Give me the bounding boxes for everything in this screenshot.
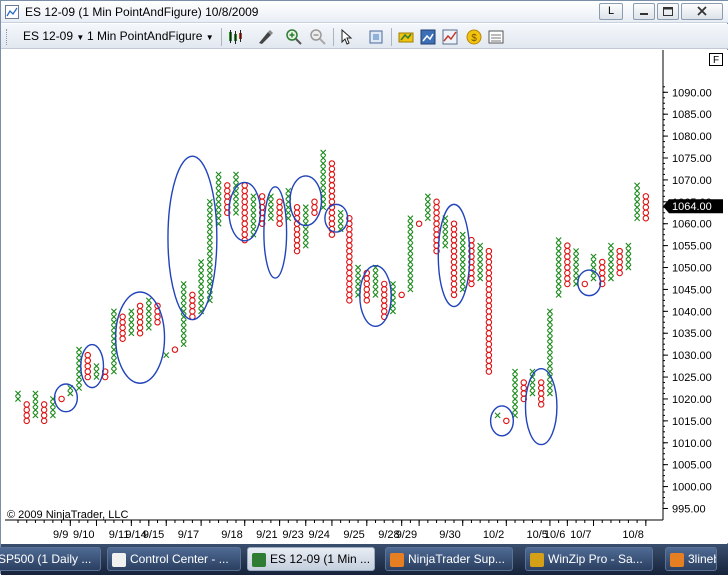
- taskbar-button[interactable]: Control Center - ...: [107, 547, 241, 571]
- taskbar-label: Control Center - ...: [130, 552, 229, 566]
- x-tick-label: 9/15: [143, 529, 164, 541]
- x-tick-label: 9/25: [343, 529, 364, 541]
- indicators-icon[interactable]: [441, 28, 459, 46]
- maximize-button[interactable]: [657, 3, 679, 20]
- app-icon: [112, 552, 126, 567]
- y-tick-label: 1055.00: [672, 241, 712, 253]
- instrument-selector[interactable]: ES 12-09 ▼: [23, 29, 84, 43]
- close-button[interactable]: [681, 3, 723, 20]
- instrument-label: ES 12-09: [23, 29, 74, 43]
- chart-style-icon[interactable]: [227, 28, 245, 46]
- y-tick-label: 1025.00: [672, 372, 712, 384]
- cursor-icon[interactable]: [339, 28, 357, 46]
- toolbar-separator: [391, 28, 392, 46]
- taskbar-button[interactable]: 3lineb: [665, 547, 717, 571]
- zoom-out-icon[interactable]: [309, 28, 327, 46]
- x-tick-label: 9/29: [396, 529, 417, 541]
- y-tick-label: 1040.00: [672, 306, 712, 318]
- zoom-in-icon[interactable]: [285, 28, 303, 46]
- y-tick-label: 1010.00: [672, 438, 712, 450]
- y-tick-label: 1020.00: [672, 394, 712, 406]
- taskbar-button[interactable]: SP500 (1 Daily ...: [0, 547, 101, 571]
- minimize-icon: [640, 13, 648, 15]
- y-tick-label: 1070.00: [672, 175, 712, 187]
- x-tick-label: 10/2: [483, 529, 504, 541]
- pnf-chart[interactable]: 1090.001085.001080.001075.001070.001065.…: [1, 50, 728, 543]
- taskbar: SP500 (1 Daily ... Control Center - ... ES…: [0, 544, 728, 575]
- taskbar-button[interactable]: NinjaTrader Sup...: [385, 547, 513, 571]
- chevron-down-icon: ▼: [205, 33, 214, 42]
- chart-app-icon: [5, 5, 19, 19]
- order-dollar-icon[interactable]: $: [465, 28, 483, 46]
- close-icon: [697, 6, 707, 16]
- taskbar-label: WinZip Pro - Sa...: [548, 552, 643, 566]
- x-tick-label: 9/9: [53, 529, 68, 541]
- y-tick-label: 1060.00: [672, 219, 712, 231]
- chevron-down-icon: ▼: [76, 33, 85, 42]
- app-icon: [390, 552, 404, 567]
- y-tick-label: 995.00: [672, 503, 706, 515]
- drawing-tool-icon[interactable]: [256, 28, 274, 46]
- y-tick-label: 1045.00: [672, 284, 712, 296]
- chart-toolbar: ES 12-09 ▼ 1 Min PointAndFigure ▼ $: [1, 24, 728, 49]
- y-tick-label: 1030.00: [672, 350, 712, 362]
- copyright-text: © 2009 NinjaTrader, LLC: [7, 509, 128, 521]
- taskbar-label: ES 12-09 (1 Min ...: [270, 552, 371, 566]
- y-tick-label: 1035.00: [672, 328, 712, 340]
- data-series-icon[interactable]: [397, 28, 415, 46]
- x-tick-label: 9/10: [73, 529, 94, 541]
- x-tick-label: 9/24: [308, 529, 329, 541]
- toolbar-separator: [221, 28, 222, 46]
- data-box-icon[interactable]: [487, 28, 505, 46]
- period-label: 1 Min PointAndFigure: [87, 29, 203, 43]
- help-button[interactable]: L: [599, 3, 623, 20]
- y-tick-label: 1075.00: [672, 153, 712, 165]
- y-tick-label: 1005.00: [672, 460, 712, 472]
- x-tick-label: 10/6: [544, 529, 565, 541]
- taskbar-label: 3lineb: [688, 552, 717, 566]
- x-tick-label: 9/21: [256, 529, 277, 541]
- x-tick-label: 9/30: [439, 529, 460, 541]
- app-icon: [530, 552, 544, 567]
- y-tick-label: 1085.00: [672, 109, 712, 121]
- y-tick-label: 1000.00: [672, 482, 712, 494]
- taskbar-label: NinjaTrader Sup...: [408, 552, 505, 566]
- svg-text:$: $: [471, 33, 477, 44]
- toolbar-grip[interactable]: [6, 29, 9, 45]
- properties-icon[interactable]: [419, 28, 437, 46]
- crosshair-box-icon[interactable]: [367, 28, 385, 46]
- x-tick-label: 9/23: [282, 529, 303, 541]
- chart-window: ES 12-09 (1 Min PointAndFigure) 10/8/200…: [0, 0, 728, 575]
- y-tick-label: 1050.00: [672, 263, 712, 275]
- window-title: ES 12-09 (1 Min PointAndFigure) 10/8/200…: [25, 5, 259, 19]
- maximize-icon: [663, 7, 673, 16]
- x-tick-label: 10/8: [622, 529, 643, 541]
- y-tick-label: 1080.00: [672, 131, 712, 143]
- minimize-button[interactable]: [633, 3, 655, 20]
- app-icon: [252, 552, 266, 567]
- toolbar-separator: [333, 28, 334, 46]
- y-tick-label: 1090.00: [672, 87, 712, 99]
- x-tick-label: 9/17: [178, 529, 199, 541]
- last-price-label: 1064.00: [672, 201, 712, 213]
- taskbar-label: SP500 (1 Daily ...: [0, 552, 92, 566]
- x-tick-label: 10/7: [570, 529, 591, 541]
- taskbar-button[interactable]: WinZip Pro - Sa...: [525, 547, 653, 571]
- y-tick-label: 1015.00: [672, 416, 712, 428]
- title-bar[interactable]: ES 12-09 (1 Min PointAndFigure) 10/8/200…: [1, 1, 728, 23]
- taskbar-button[interactable]: ES 12-09 (1 Min ...: [247, 547, 375, 571]
- x-tick-label: 9/18: [221, 529, 242, 541]
- app-icon: [670, 552, 684, 567]
- period-selector[interactable]: 1 Min PointAndFigure ▼: [87, 29, 214, 43]
- panel-label: F: [713, 55, 719, 66]
